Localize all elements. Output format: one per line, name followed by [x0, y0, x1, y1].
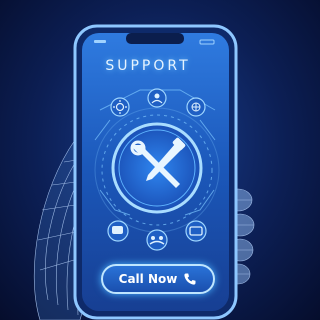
group-icon[interactable] — [146, 229, 168, 251]
call-now-label: Call Now — [118, 272, 178, 286]
wrench-screwdriver-icon[interactable] — [111, 122, 203, 214]
globe-icon[interactable] — [186, 97, 206, 117]
message-icon[interactable] — [185, 220, 207, 242]
call-now-button[interactable]: Call Now — [101, 264, 215, 294]
app-title: SUPPORT — [105, 58, 191, 74]
chat-icon[interactable] — [107, 220, 129, 242]
gear-icon[interactable] — [110, 97, 130, 117]
user-icon[interactable] — [147, 88, 167, 108]
phone-icon — [184, 273, 196, 285]
